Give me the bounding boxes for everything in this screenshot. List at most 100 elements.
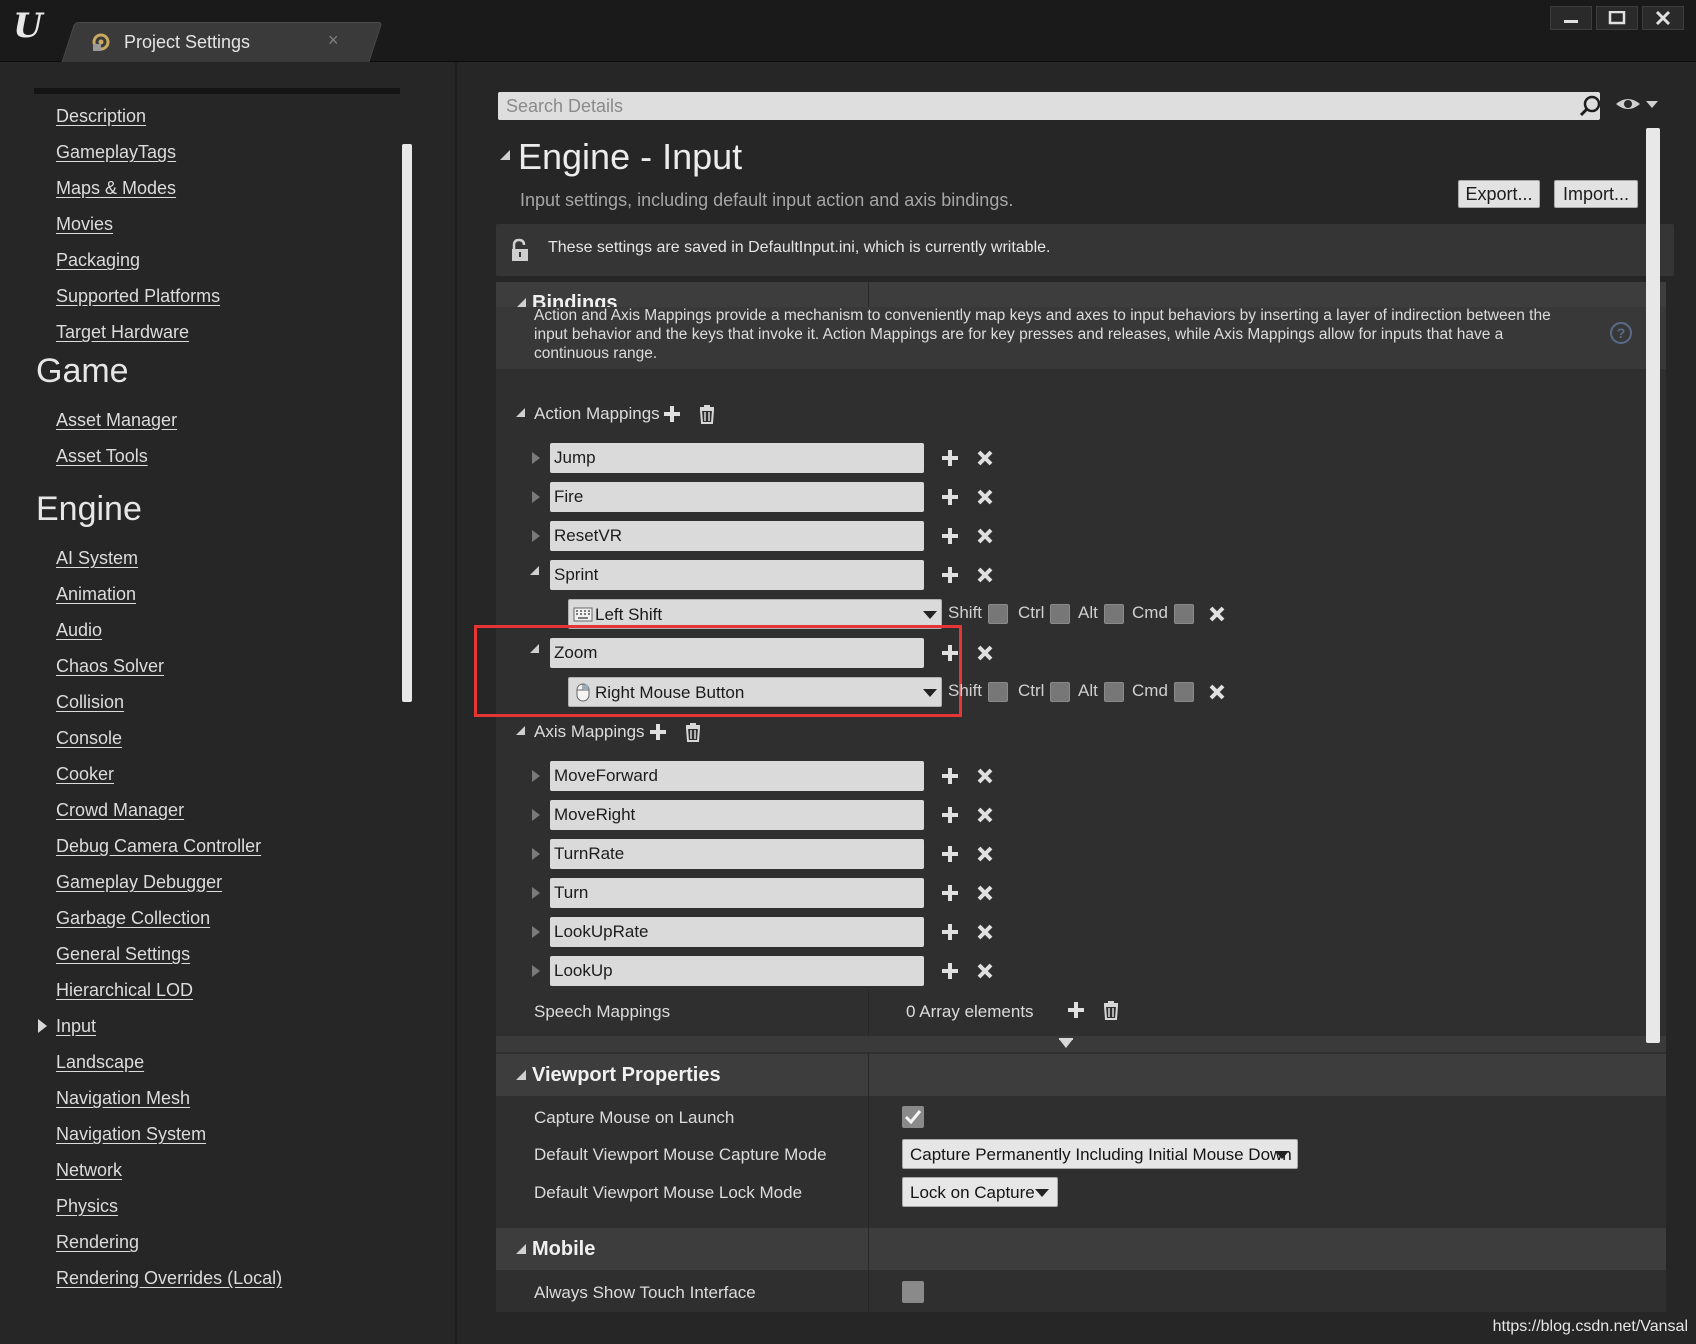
axis-name-field[interactable]: LookUpRate	[550, 917, 924, 947]
expand-resetvr-icon[interactable]	[532, 530, 540, 542]
lock-mode-dropdown[interactable]: Lock on Capture	[902, 1177, 1058, 1207]
add-key-icon[interactable]	[940, 565, 960, 585]
add-key-icon[interactable]	[940, 643, 960, 663]
add-key-icon[interactable]	[940, 487, 960, 507]
expand-axis-icon[interactable]	[532, 809, 540, 821]
sidebar-item-landscape[interactable]: Landscape	[56, 1052, 144, 1073]
add-key-icon[interactable]	[940, 448, 960, 468]
import-button[interactable]: Import...	[1554, 180, 1638, 208]
axis-name-field[interactable]: MoveForward	[550, 761, 924, 791]
collapse-section-icon[interactable]	[500, 150, 510, 160]
add-key-icon[interactable]	[940, 961, 960, 981]
expand-jump-icon[interactable]	[532, 452, 540, 464]
expand-axis-icon[interactable]	[532, 848, 540, 860]
sidebar-item-asset-tools[interactable]: Asset Tools	[56, 446, 148, 467]
ctrl-checkbox[interactable]	[1050, 682, 1070, 702]
remove-mapping-icon[interactable]	[976, 806, 994, 824]
remove-key-icon[interactable]	[1208, 683, 1226, 701]
add-speech-mapping-icon[interactable]	[1066, 1000, 1086, 1020]
details-scrollbar[interactable]	[1646, 128, 1660, 1043]
clear-action-mappings-icon[interactable]	[698, 404, 716, 424]
shift-checkbox[interactable]	[988, 604, 1008, 624]
clear-axis-mappings-icon[interactable]	[684, 722, 702, 742]
sidebar-item-rendering-overrides[interactable]: Rendering Overrides (Local)	[56, 1268, 282, 1289]
expand-axis-icon[interactable]	[532, 770, 540, 782]
sidebar-item-description[interactable]: Description	[56, 106, 146, 127]
sidebar-item-maps-modes[interactable]: Maps & Modes	[56, 178, 176, 199]
tab-close-icon[interactable]: ×	[328, 30, 339, 51]
sidebar-item-network[interactable]: Network	[56, 1160, 122, 1181]
add-key-icon[interactable]	[940, 526, 960, 546]
remove-mapping-icon[interactable]	[976, 767, 994, 785]
collapse-zoom-icon[interactable]	[530, 644, 539, 653]
sidebar-item-chaos-solver[interactable]: Chaos Solver	[56, 656, 164, 677]
clear-speech-mappings-icon[interactable]	[1102, 1000, 1120, 1020]
expand-fire-icon[interactable]	[532, 491, 540, 503]
remove-mapping-icon[interactable]	[976, 527, 994, 545]
axis-name-field[interactable]: LookUp	[550, 956, 924, 986]
collapse-viewport-icon[interactable]	[516, 1070, 526, 1080]
axis-name-field[interactable]: MoveRight	[550, 800, 924, 830]
touch-interface-checkbox[interactable]	[902, 1281, 924, 1303]
add-axis-mapping-icon[interactable]	[648, 722, 668, 742]
advanced-expander[interactable]	[496, 1036, 1666, 1052]
sidebar-item-cooker[interactable]: Cooker	[56, 764, 114, 785]
capture-mouse-checkbox[interactable]	[902, 1106, 924, 1128]
sidebar-item-console[interactable]: Console	[56, 728, 122, 749]
maximize-icon[interactable]	[1596, 6, 1638, 30]
action-name-field[interactable]: Sprint	[550, 560, 924, 590]
add-key-icon[interactable]	[940, 805, 960, 825]
sidebar-item-navigation-mesh[interactable]: Navigation Mesh	[56, 1088, 190, 1109]
chevron-down-icon[interactable]	[1058, 1038, 1074, 1050]
sidebar-item-general-settings[interactable]: General Settings	[56, 944, 190, 965]
add-key-icon[interactable]	[940, 922, 960, 942]
action-name-field[interactable]: ResetVR	[550, 521, 924, 551]
remove-mapping-icon[interactable]	[976, 845, 994, 863]
sidebar-item-movies[interactable]: Movies	[56, 214, 113, 235]
sidebar-item-ai-system[interactable]: AI System	[56, 548, 138, 569]
search-icon[interactable]	[1578, 94, 1602, 118]
sidebar-item-target-hardware[interactable]: Target Hardware	[56, 322, 189, 343]
add-key-icon[interactable]	[940, 844, 960, 864]
expand-axis-icon[interactable]	[532, 926, 540, 938]
collapse-sprint-icon[interactable]	[530, 566, 539, 575]
add-key-icon[interactable]	[940, 766, 960, 786]
sidebar-item-asset-manager[interactable]: Asset Manager	[56, 410, 177, 431]
sidebar-item-debug-camera-controller[interactable]: Debug Camera Controller	[56, 836, 261, 857]
minimize-icon[interactable]	[1550, 6, 1592, 30]
sidebar-divider[interactable]	[455, 62, 457, 1344]
remove-mapping-icon[interactable]	[976, 884, 994, 902]
sidebar-item-physics[interactable]: Physics	[56, 1196, 118, 1217]
add-action-mapping-icon[interactable]	[662, 404, 682, 424]
mobile-category-header[interactable]: Mobile	[496, 1228, 1666, 1270]
close-window-icon[interactable]	[1642, 6, 1684, 30]
sidebar-item-collision[interactable]: Collision	[56, 692, 124, 713]
expand-axis-icon[interactable]	[532, 965, 540, 977]
axis-name-field[interactable]: TurnRate	[550, 839, 924, 869]
search-details-input[interactable]: Search Details	[498, 92, 1602, 120]
tab-project-settings[interactable]: Project Settings ×	[88, 22, 358, 62]
key-selector-dropdown[interactable]: Right Mouse Button	[568, 677, 942, 707]
alt-checkbox[interactable]	[1104, 682, 1124, 702]
sidebar-item-gameplaytags[interactable]: GameplayTags	[56, 142, 176, 163]
collapse-mobile-icon[interactable]	[516, 1244, 526, 1254]
sidebar-scrollbar[interactable]	[402, 144, 412, 702]
sidebar-item-crowd-manager[interactable]: Crowd Manager	[56, 800, 184, 821]
export-button[interactable]: Export...	[1458, 180, 1540, 208]
remove-key-icon[interactable]	[1208, 605, 1226, 623]
cmd-checkbox[interactable]	[1174, 604, 1194, 624]
action-name-field[interactable]: Fire	[550, 482, 924, 512]
sidebar-item-animation[interactable]: Animation	[56, 584, 136, 605]
remove-mapping-icon[interactable]	[976, 566, 994, 584]
expand-axis-icon[interactable]	[532, 887, 540, 899]
sidebar-item-garbage-collection[interactable]: Garbage Collection	[56, 908, 210, 929]
sidebar-item-navigation-system[interactable]: Navigation System	[56, 1124, 206, 1145]
capture-mode-dropdown[interactable]: Capture Permanently Including Initial Mo…	[902, 1139, 1298, 1169]
sidebar-item-hierarchical-lod[interactable]: Hierarchical LOD	[56, 980, 193, 1001]
collapse-axis-mappings-icon[interactable]	[516, 726, 525, 735]
add-key-icon[interactable]	[940, 883, 960, 903]
sidebar-item-input[interactable]: Input	[56, 1016, 96, 1037]
sidebar-item-gameplay-debugger[interactable]: Gameplay Debugger	[56, 872, 222, 893]
cmd-checkbox[interactable]	[1174, 682, 1194, 702]
remove-mapping-icon[interactable]	[976, 449, 994, 467]
